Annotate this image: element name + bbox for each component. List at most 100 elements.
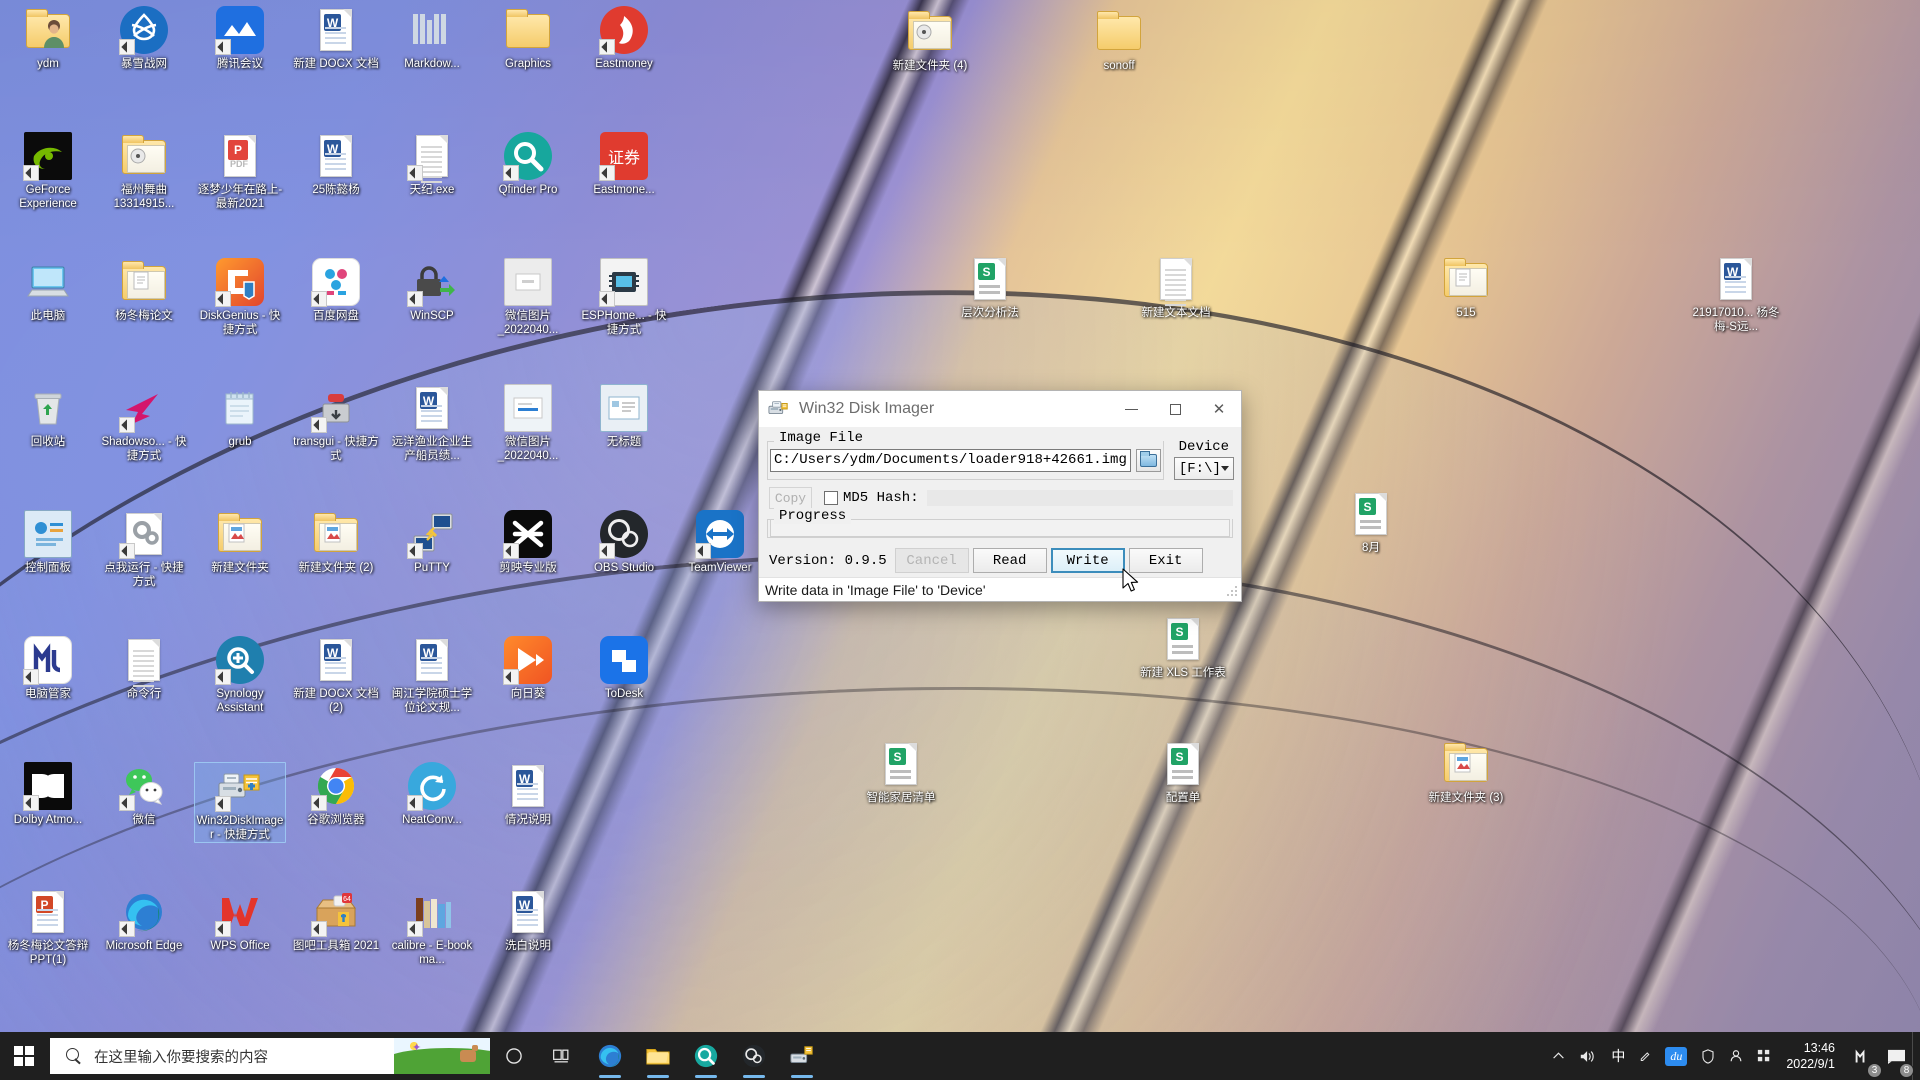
desktop-icon[interactable]: 新建文件夹 (2) xyxy=(290,510,382,576)
desktop-icon[interactable]: P 杨冬梅论文答辩PPT(1) xyxy=(2,888,94,967)
desktop-icon[interactable]: WPS Office xyxy=(194,888,286,954)
grid-icon[interactable] xyxy=(1750,1032,1778,1080)
window-controls[interactable]: ✕ xyxy=(1109,391,1241,427)
desktop-icon[interactable]: sonoff xyxy=(1073,8,1165,74)
desktop-icon[interactable]: transgui - 快捷方式 xyxy=(290,384,382,463)
desktop-icon[interactable]: 杨冬梅论文 xyxy=(98,258,190,324)
desktop-icon[interactable]: 无标题 xyxy=(578,384,670,450)
win32-disk-imager-window[interactable]: Win32 Disk Imager ✕ Image File C:/Users/… xyxy=(758,390,1242,602)
desktop-icon[interactable]: OBS Studio xyxy=(578,510,670,576)
desktop-icon[interactable]: 腾讯会议 xyxy=(194,6,286,72)
person-icon[interactable] xyxy=(1722,1032,1750,1080)
desktop-icon[interactable]: grub xyxy=(194,384,286,450)
start-button[interactable] xyxy=(0,1032,48,1080)
desktop-icon[interactable]: ydm xyxy=(2,6,94,72)
desktop-icon[interactable]: 此电脑 xyxy=(2,258,94,324)
desktop-icon[interactable]: Markdow... xyxy=(386,6,478,72)
taskbar-app-win32diskimager[interactable] xyxy=(778,1032,826,1080)
desktop-icon[interactable]: S 智能家居清单 xyxy=(855,740,947,806)
desktop-icon[interactable]: ToDesk xyxy=(578,636,670,702)
desktop-icon[interactable]: 64 图吧工具箱 2021 xyxy=(290,888,382,954)
close-button[interactable]: ✕ xyxy=(1197,391,1241,427)
desktop-icon[interactable]: 回收站 xyxy=(2,384,94,450)
desktop-icon[interactable]: 点我运行 - 快捷方式 xyxy=(98,510,190,589)
desktop-icon[interactable]: Graphics xyxy=(482,6,574,72)
desktop-icon[interactable]: 新建文本文档 xyxy=(1130,255,1222,321)
desktop-icon[interactable]: 微信图片_2022040... xyxy=(482,258,574,337)
desktop-icon[interactable]: Win32DiskImager - 快捷方式 xyxy=(194,762,286,843)
desktop-icon[interactable]: 控制面板 xyxy=(2,510,94,576)
desktop-icon[interactable]: W 25陈懿杨 xyxy=(290,132,382,198)
ime-indicator[interactable]: 中 xyxy=(1604,1032,1632,1080)
desktop-icon[interactable]: DiskGenius - 快捷方式 xyxy=(194,258,286,337)
exit-button[interactable]: Exit xyxy=(1128,548,1203,573)
desktop-icon[interactable]: 百度网盘 xyxy=(290,258,382,324)
desktop-icon[interactable]: NeatConv... xyxy=(386,762,478,828)
desktop-icon[interactable]: W 洗白说明 xyxy=(482,888,574,954)
desktop[interactable]: ydm 暴雪战网 腾讯会议 W 新建 DOCX 文档 Markdow... Grap… xyxy=(0,0,1920,1080)
desktop-icon[interactable]: ESPHome... - 快捷方式 xyxy=(578,258,670,337)
desktop-icon[interactable]: 新建文件夹 (3) xyxy=(1420,740,1512,806)
desktop-icon[interactable]: P PDF 逐梦少年在路上-最新2021 xyxy=(194,132,286,211)
desktop-icon[interactable]: 暴雪战网 xyxy=(98,6,190,72)
baidu-ime-icon[interactable]: du xyxy=(1658,1032,1694,1080)
desktop-icon[interactable]: W 21917010... 杨冬梅-S远... xyxy=(1690,255,1782,334)
desktop-icon[interactable]: S 新建 XLS 工作表 xyxy=(1137,615,1229,681)
desktop-icon[interactable]: 天纪.exe xyxy=(386,132,478,198)
desktop-icon[interactable]: 新建文件夹 xyxy=(194,510,286,576)
desktop-icon[interactable]: 福州舞曲 13314915... xyxy=(98,132,190,211)
md5-hash-checkbox[interactable] xyxy=(824,491,838,505)
desktop-icon[interactable]: 微信 xyxy=(98,762,190,828)
notification-center-button[interactable]: 8 xyxy=(1880,1032,1914,1080)
device-select[interactable]: [F:\] xyxy=(1173,457,1234,480)
desktop-icon[interactable]: Qfinder Pro xyxy=(482,132,574,198)
write-button[interactable]: Write xyxy=(1050,548,1125,573)
desktop-icon[interactable]: W 情况说明 xyxy=(482,762,574,828)
task-view-icon[interactable] xyxy=(538,1032,586,1080)
maximize-button[interactable] xyxy=(1153,391,1197,427)
read-button[interactable]: Read xyxy=(972,548,1047,573)
desktop-icon[interactable]: W 远洋渔业企业生产船员绩... xyxy=(386,384,478,463)
taskbar-app-obs[interactable] xyxy=(730,1032,778,1080)
desktop-icon[interactable]: 谷歌浏览器 xyxy=(290,762,382,828)
desktop-icon[interactable]: TeamViewer xyxy=(674,510,766,576)
browse-image-file-button[interactable] xyxy=(1135,449,1161,472)
desktop-icon[interactable]: calibre - E-book ma... xyxy=(386,888,478,967)
desktop-icon[interactable]: 微信图片_2022040... xyxy=(482,384,574,463)
desktop-icon[interactable]: GeForce Experience xyxy=(2,132,94,211)
taskbar-clock[interactable]: 13:46 2022/9/1 xyxy=(1778,1032,1847,1080)
desktop-icon[interactable]: Eastmoney xyxy=(578,6,670,72)
desktop-icon[interactable]: 命令行 xyxy=(98,636,190,702)
taskbar-app-edge[interactable] xyxy=(586,1032,634,1080)
chevron-up-icon[interactable] xyxy=(1545,1032,1572,1080)
desktop-icon[interactable]: Shadowso... - 快捷方式 xyxy=(98,384,190,463)
desktop-icon[interactable]: 剪映专业版 xyxy=(482,510,574,576)
desktop-icon[interactable]: Microsoft Edge xyxy=(98,888,190,954)
taskbar-search-box[interactable]: 在这里输入你要搜索的内容 ✦ xyxy=(50,1038,490,1074)
pc-manager-tray-icon[interactable]: 3 xyxy=(1847,1032,1882,1080)
ime-pen-icon[interactable] xyxy=(1632,1032,1658,1080)
desktop-icon[interactable]: PuTTY xyxy=(386,510,478,576)
taskbar-app-qfinder[interactable] xyxy=(682,1032,730,1080)
desktop-icon[interactable]: W 闽江学院硕士学位论文规... xyxy=(386,636,478,715)
desktop-icon[interactable]: 证券 Eastmone... xyxy=(578,132,670,198)
desktop-icon[interactable]: WinSCP xyxy=(386,258,478,324)
taskbar-app-file-explorer[interactable] xyxy=(634,1032,682,1080)
cancel-button[interactable]: Cancel xyxy=(894,548,969,573)
desktop-icon[interactable]: 新建文件夹 (4) xyxy=(884,8,976,74)
minimize-button[interactable] xyxy=(1109,391,1153,427)
desktop-icon[interactable]: 向日葵 xyxy=(482,636,574,702)
copy-hash-button[interactable]: Copy xyxy=(769,487,812,509)
desktop-icon[interactable]: W 新建 DOCX 文档 (2) xyxy=(290,636,382,715)
dialog-titlebar[interactable]: Win32 Disk Imager ✕ xyxy=(759,391,1241,427)
system-tray[interactable]: 中 du 13:46 2022/9/1 3 8 xyxy=(1545,1032,1920,1080)
desktop-icon[interactable]: Synology Assistant xyxy=(194,636,286,715)
desktop-icon[interactable]: 电脑管家 xyxy=(2,636,94,702)
image-file-input[interactable]: C:/Users/ydm/Documents/loader918+42661.i… xyxy=(770,449,1131,472)
taskbar[interactable]: 在这里输入你要搜索的内容 ✦ 中 du 13:46 2022/9/1 3 8 xyxy=(0,1032,1920,1080)
cortana-icon[interactable] xyxy=(490,1032,538,1080)
desktop-icon[interactable]: 515 xyxy=(1420,255,1512,321)
desktop-icon[interactable]: S 8月 xyxy=(1325,490,1417,556)
search-input[interactable]: 在这里输入你要搜索的内容 xyxy=(94,1046,268,1067)
shield-icon[interactable] xyxy=(1694,1032,1722,1080)
